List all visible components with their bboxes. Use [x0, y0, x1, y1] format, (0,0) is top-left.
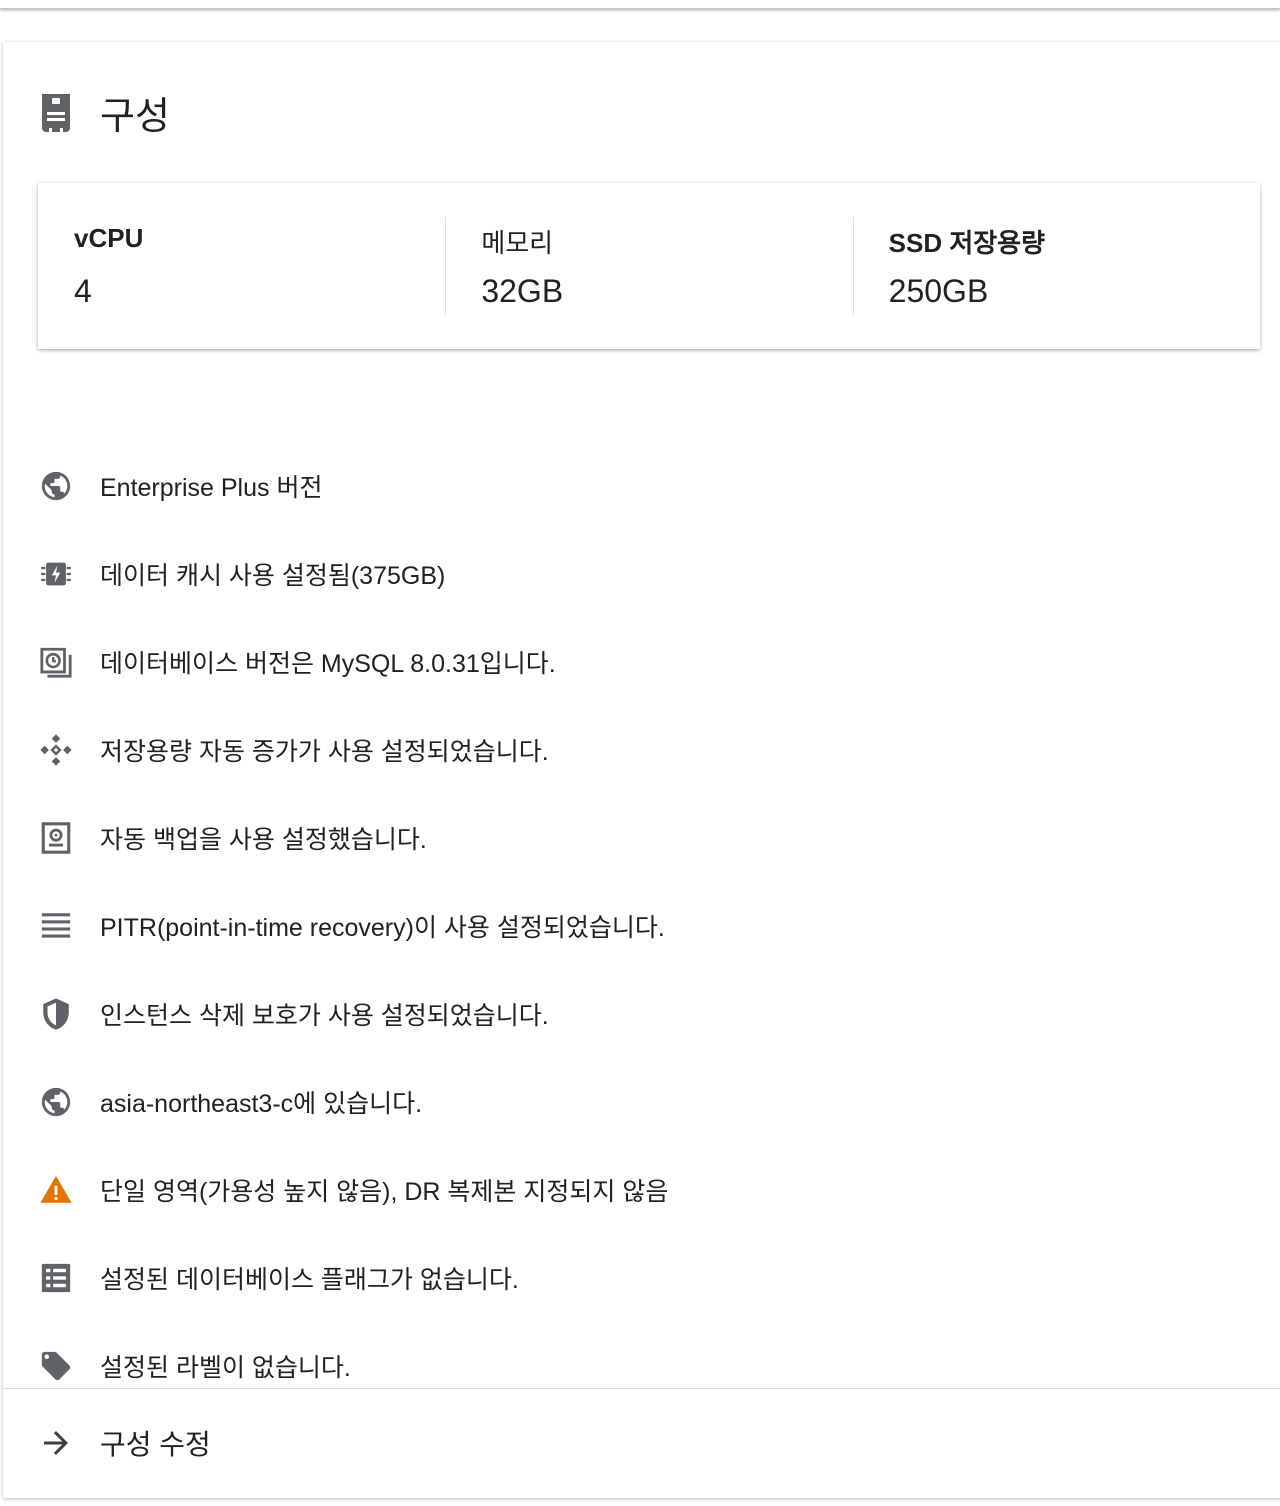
spec-label: 메모리	[481, 228, 554, 258]
shield-icon	[38, 996, 74, 1032]
tag-icon	[38, 1348, 74, 1384]
spec-memory: 메모리 32GB	[445, 183, 852, 349]
configuration-list: Enterprise Plus 버전 데이터 캐시 사용 설정됨(375GB)	[38, 442, 1238, 1410]
item-text: 인스턴스 삭제 보호가 사용 설정되었습니다.	[100, 1002, 549, 1030]
spec-value: 32GB	[481, 273, 564, 309]
item-text: PITR(point-in-time recovery)이 사용 설정되었습니다…	[100, 914, 665, 942]
item-text: 단일 영역(가용성 높지 않음), DR 복제본 지정되지 않음	[100, 1178, 669, 1206]
list-item-labels: 설정된 라벨이 없습니다.	[38, 1322, 1238, 1410]
backup-icon	[38, 820, 74, 856]
item-text: asia-northeast3-c에 있습니다.	[100, 1090, 423, 1118]
log-lines-icon	[38, 908, 74, 944]
item-text: Enterprise Plus 버전	[100, 474, 323, 502]
spec-label: vCPU	[74, 223, 144, 253]
database-version-icon	[38, 644, 74, 680]
machine-spec-summary: vCPU 4 메모리 32GB SSD 저장용량 250GB	[38, 183, 1260, 349]
spec-ssd-storage: SSD 저장용량 250GB	[852, 183, 1260, 349]
item-text: 설정된 라벨이 없습니다.	[100, 1354, 351, 1382]
page-title: 구성	[100, 95, 170, 138]
spec-value: 250GB	[888, 273, 989, 309]
list-item-edition: Enterprise Plus 버전	[38, 442, 1238, 530]
item-text: 자동 백업을 사용 설정했습니다.	[100, 826, 427, 854]
list-item-storage-autoscale: 저장용량 자동 증가가 사용 설정되었습니다.	[38, 706, 1238, 794]
memory-chip-bolt-icon	[38, 556, 74, 592]
list-item-database-flags: 설정된 데이터베이스 플래그가 없습니다.	[38, 1234, 1238, 1322]
spec-label: SSD 저장용량	[888, 228, 1046, 258]
globe-icon	[38, 468, 74, 504]
footer-divider	[3, 1388, 1280, 1389]
list-item-deletion-protection: 인스턴스 삭제 보호가 사용 설정되었습니다.	[38, 970, 1238, 1058]
warning-icon	[38, 1172, 74, 1208]
spec-vcpu: vCPU 4	[38, 183, 445, 349]
list-item-database-version: 데이터베이스 버전은 MySQL 8.0.31입니다.	[38, 618, 1238, 706]
edit-configuration-button[interactable]: 구성 수정	[38, 1416, 211, 1470]
list-item-data-cache: 데이터 캐시 사용 설정됨(375GB)	[38, 530, 1238, 618]
item-text: 저장용량 자동 증가가 사용 설정되었습니다.	[100, 738, 549, 766]
storage-autoscale-icon	[38, 732, 74, 768]
item-text: 데이터 캐시 사용 설정됨(375GB)	[100, 562, 446, 590]
arrow-right-icon	[38, 1425, 74, 1461]
list-table-icon	[38, 1260, 74, 1296]
card-header: 구성	[38, 90, 170, 138]
spec-value: 4	[74, 273, 92, 309]
server-instance-icon	[38, 90, 74, 134]
item-text: 설정된 데이터베이스 플래그가 없습니다.	[100, 1266, 519, 1294]
list-item-pitr: PITR(point-in-time recovery)이 사용 설정되었습니다…	[38, 882, 1238, 970]
configuration-card: 구성 vCPU 4 메모리 32GB SSD 저장용량 250GB Enterp…	[3, 42, 1280, 1498]
edit-configuration-label: 구성 수정	[100, 1429, 211, 1460]
globe-icon	[38, 1084, 74, 1120]
item-text: 데이터베이스 버전은 MySQL 8.0.31입니다.	[100, 650, 556, 678]
list-item-availability-warning: 단일 영역(가용성 높지 않음), DR 복제본 지정되지 않음	[38, 1146, 1238, 1234]
top-app-bar-edge	[0, 0, 1280, 9]
list-item-zone: asia-northeast3-c에 있습니다.	[38, 1058, 1238, 1146]
list-item-automatic-backup: 자동 백업을 사용 설정했습니다.	[38, 794, 1238, 882]
